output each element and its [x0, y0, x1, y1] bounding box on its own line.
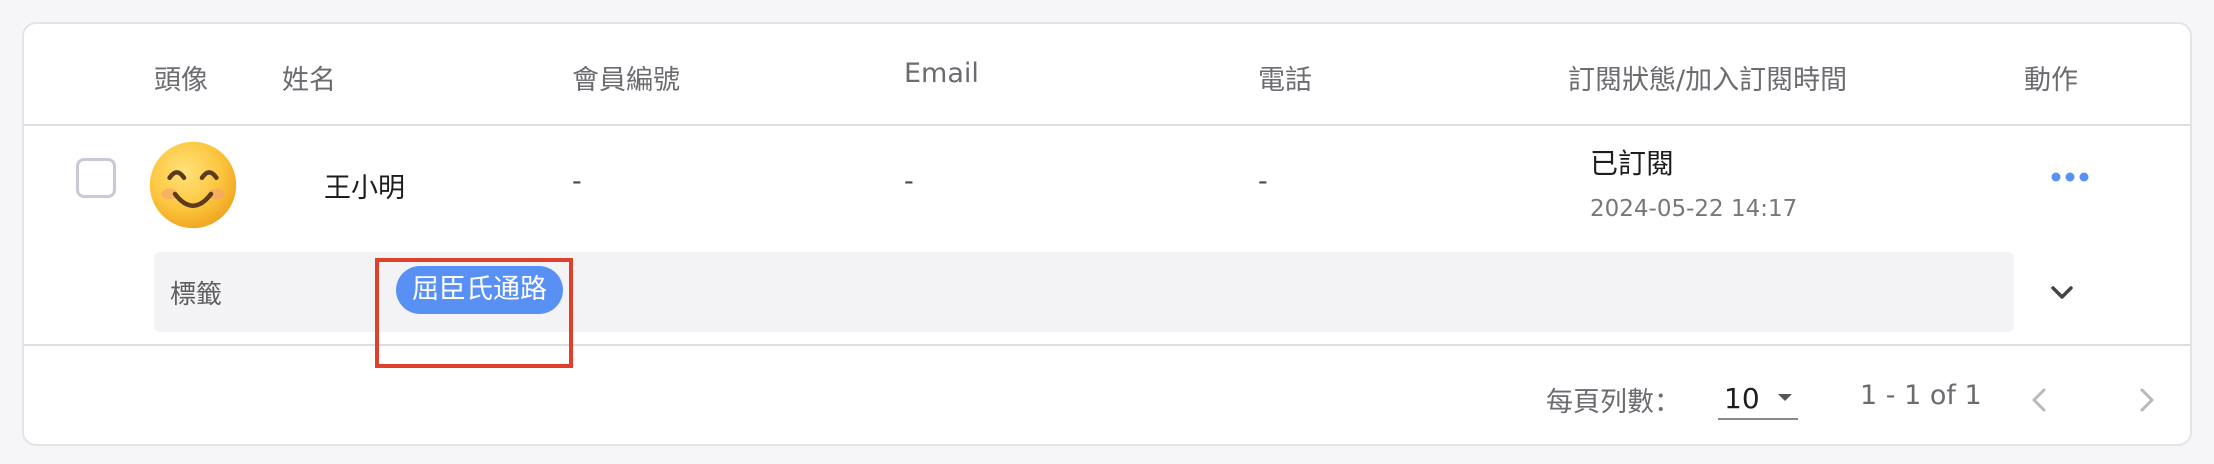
row-select-checkbox[interactable] [76, 158, 116, 198]
column-header-name: 姓名 [282, 65, 336, 96]
column-header-actions: 動作 [2024, 65, 2078, 96]
rows-per-page-select[interactable]: 10 [1718, 372, 1798, 420]
caret-down-icon [1778, 394, 1792, 401]
subscription-joined-time: 2024-05-22 14:17 [1590, 196, 1798, 222]
table-row: 王小明 - - - 已訂閱 2024-05-22 14:17 標籤 屈臣氏通路 [24, 126, 2190, 368]
rows-per-page-value: 10 [1724, 382, 1760, 415]
phone-value: - [1258, 166, 1268, 197]
column-header-avatar: 頭像 [154, 65, 208, 96]
tag-chip[interactable]: 屈臣氏通路 [396, 266, 563, 314]
column-header-member-id: 會員編號 [572, 65, 680, 96]
column-header-phone: 電話 [1258, 65, 1312, 96]
smiling-face-emoji-avatar [149, 141, 237, 229]
table-header: 頭像 姓名 會員編號 Email 電話 訂閱狀態/加入訂閱時間 動作 [24, 24, 2190, 126]
email-value: - [904, 166, 914, 197]
column-header-subscription: 訂閱狀態/加入訂閱時間 [1568, 65, 1848, 96]
rows-per-page-label: 每頁列數： [1546, 387, 1681, 418]
subscription-status: 已訂閱 [1590, 147, 1675, 180]
members-table-card: 頭像 姓名 會員編號 Email 電話 訂閱狀態/加入訂閱時間 動作 王小明 -… [22, 22, 2192, 446]
member-name: 王小明 [324, 173, 405, 204]
more-horizontal-icon[interactable] [2040, 162, 2100, 192]
tags-label: 標籤 [170, 280, 223, 310]
tags-panel: 標籤 屈臣氏通路 [154, 252, 2014, 332]
column-header-email: Email [904, 58, 979, 89]
chevron-down-icon[interactable] [2042, 272, 2082, 312]
chevron-right-icon[interactable] [2128, 382, 2164, 418]
pagination-range: 1 - 1 of 1 [1860, 380, 1982, 411]
member-id-value: - [572, 166, 582, 197]
chevron-left-icon[interactable] [2022, 382, 2058, 418]
